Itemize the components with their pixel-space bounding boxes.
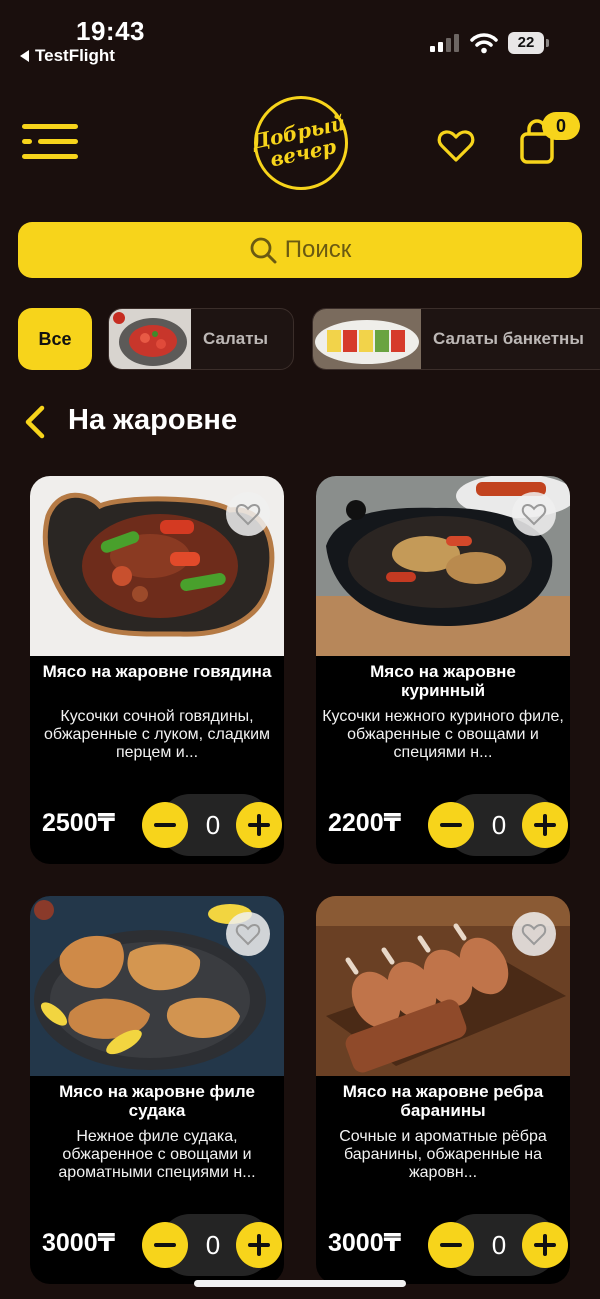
quantity-value: 0 [205, 1230, 221, 1260]
product-title: Мясо на жаровне ребра баранины [342, 1082, 544, 1120]
favorites-heart-icon[interactable] [436, 126, 476, 166]
product-card[interactable]: Мясо на жаровне филе судака Нежное филе … [30, 896, 284, 1284]
product-description: Сочные и ароматные рёбра баранины, обжар… [339, 1128, 547, 1181]
increase-quantity-button[interactable] [236, 1222, 282, 1268]
product-card[interactable]: Мясо на жаровне говядина Кусочки сочной … [30, 476, 284, 864]
heart-icon [521, 503, 547, 526]
product-description: Кусочки нежного куриного филе, обжаренны… [322, 708, 564, 761]
product-favorite-button[interactable] [512, 912, 556, 956]
battery-level: 22 [508, 32, 544, 54]
heart-icon [235, 923, 261, 946]
category-salads-image [109, 309, 191, 369]
back-chevron-icon[interactable] [22, 404, 46, 440]
back-app-label: TestFlight [35, 46, 115, 65]
product-price: 2500₸ [42, 809, 116, 837]
heart-icon [521, 923, 547, 946]
decrease-quantity-button[interactable] [428, 802, 474, 848]
brand-logo[interactable]: Добрый вечер [250, 96, 348, 190]
product-price: 3000₸ [42, 1229, 116, 1257]
product-title: Мясо на жаровне говядина [42, 662, 272, 681]
product-price: 2200₸ [328, 809, 402, 837]
product-description: Кусочки сочной говядины, обжаренные с лу… [43, 708, 271, 761]
search-placeholder: Поиск [284, 236, 352, 263]
product-description: Нежное филе судака, обжаренное с овощами… [58, 1128, 256, 1181]
increase-quantity-button[interactable] [236, 802, 282, 848]
product-favorite-button[interactable] [226, 492, 270, 536]
cellular-signal-icon [430, 34, 459, 52]
heart-icon [235, 503, 261, 526]
home-indicator[interactable] [194, 1280, 406, 1287]
status-bar: 19:43 TestFlight 22 [0, 0, 600, 72]
battery-icon: 22 [508, 32, 549, 54]
category-salads[interactable]: Салаты [108, 308, 294, 370]
status-time: 19:43 [76, 16, 145, 46]
product-favorite-button[interactable] [512, 492, 556, 536]
quantity-value: 0 [205, 810, 221, 840]
product-favorite-button[interactable] [226, 912, 270, 956]
category-banquet-salads[interactable]: Салаты банкетны [312, 308, 600, 370]
quantity-value: 0 [491, 1230, 507, 1260]
back-arrow-icon [20, 50, 29, 62]
category-salads-label: Салаты [203, 329, 269, 348]
section-title: На жаровне [68, 404, 238, 436]
category-all-button[interactable]: Все [18, 308, 92, 370]
app-screen: 19:43 TestFlight 22 Добрый вечер 0 Поиск… [0, 0, 600, 1299]
category-banquet-salads-label: Салаты банкетны [433, 329, 584, 348]
increase-quantity-button[interactable] [522, 1222, 568, 1268]
search-icon [250, 237, 277, 264]
product-card[interactable]: Мясо на жаровне ребра баранины Сочные и … [316, 896, 570, 1284]
search-input[interactable]: Поиск [18, 222, 582, 278]
product-title: Мясо на жаровне филе судака [59, 1082, 255, 1120]
back-to-app-link[interactable]: TestFlight [20, 46, 115, 66]
wifi-icon [470, 33, 498, 54]
increase-quantity-button[interactable] [522, 802, 568, 848]
product-title: Мясо на жаровне куринный [370, 662, 516, 700]
menu-icon[interactable] [22, 124, 80, 164]
product-card[interactable]: Мясо на жаровне куринный Кусочки нежного… [316, 476, 570, 864]
cart-count-badge: 0 [542, 112, 580, 140]
decrease-quantity-button[interactable] [142, 802, 188, 848]
quantity-value: 0 [491, 810, 507, 840]
decrease-quantity-button[interactable] [142, 1222, 188, 1268]
product-price: 3000₸ [328, 1229, 402, 1257]
decrease-quantity-button[interactable] [428, 1222, 474, 1268]
category-banquet-salads-image [313, 309, 421, 369]
